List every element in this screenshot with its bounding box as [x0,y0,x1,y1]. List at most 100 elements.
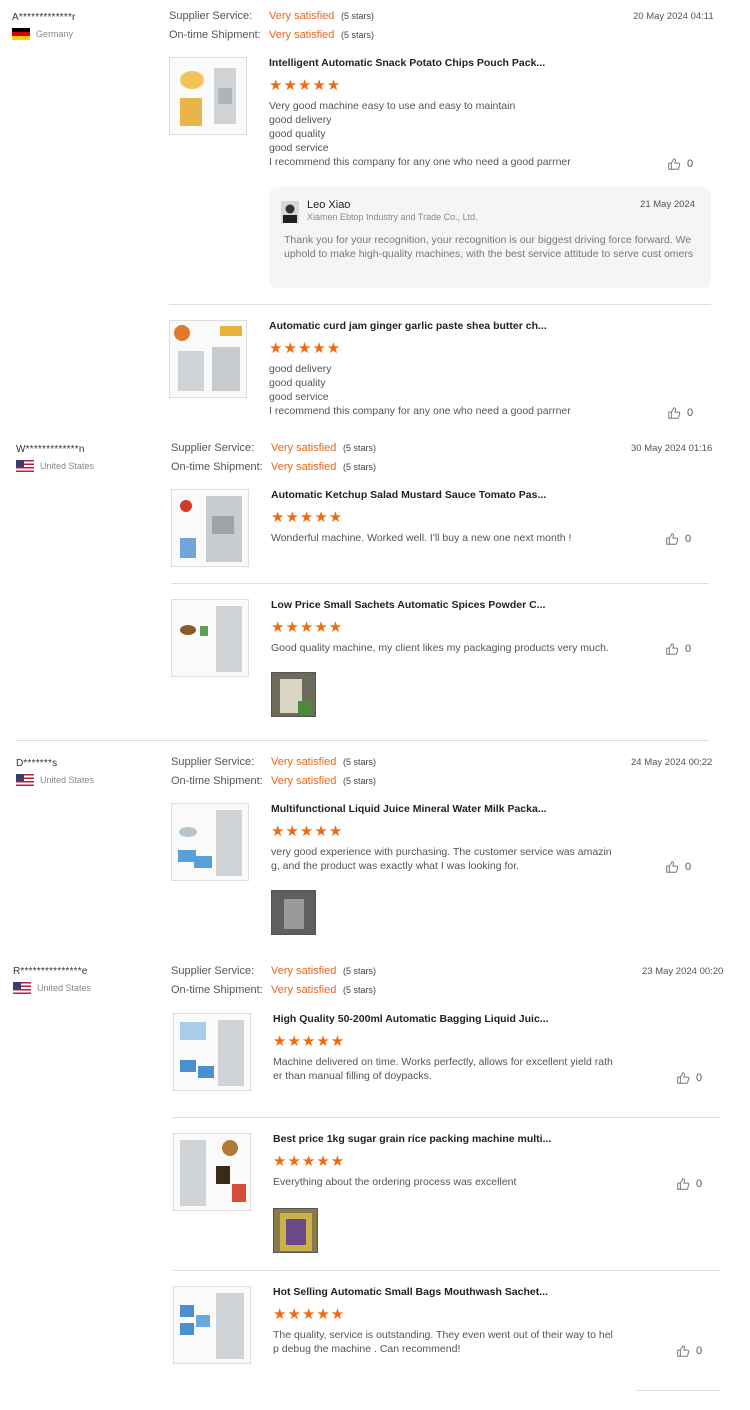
product-thumbnail[interactable] [169,320,247,398]
reviewer-name: D*******s [16,758,58,769]
review-item: Multifunctional Liquid Juice Mineral Wat… [171,803,709,938]
like-button[interactable]: 0 [676,1071,702,1085]
reply-author-name: Leo Xiao [307,199,351,211]
review-item: Hot Selling Automatic Small Bags Mouthwa… [173,1286,721,1376]
like-button[interactable]: 0 [665,642,691,656]
five-star-rating-icon: ★★★★★ [273,1306,346,1323]
thumbs-up-icon [668,158,681,170]
thumbs-up-icon [666,861,679,873]
rating-stars-text: (5 stars) [343,966,377,976]
rating-value: Very satisfied [271,775,337,787]
divider [171,583,709,584]
product-title-link[interactable]: Best price 1kg sugar grain rice packing … [273,1133,551,1145]
supplier-reply: Leo Xiao Xiamen Ebtop Industry and Trade… [269,187,711,288]
ratings-block: Supplier Service: Very satisfied (5 star… [171,965,376,1003]
five-star-rating-icon: ★★★★★ [271,509,344,526]
rating-value: Very satisfied [271,984,337,996]
review-photo[interactable] [271,890,316,935]
like-count: 0 [685,533,692,545]
like-button[interactable]: 0 [667,157,693,171]
rating-label: On-time Shipment: [171,984,263,996]
rating-label: On-time Shipment: [169,29,261,41]
rating-label: On-time Shipment: [171,775,263,787]
reviewer-country: United States [16,460,94,472]
supplier-service-rating: Supplier Service: Very satisfied (5 star… [171,965,376,984]
country-name: United States [40,461,95,471]
like-count: 0 [696,1072,703,1084]
review-photo[interactable] [271,672,316,717]
rating-label: Supplier Service: [171,442,255,454]
reviewer-info: A*************r Germany [12,12,76,40]
review-item: High Quality 50-200ml Automatic Bagging … [173,1013,721,1098]
divider [169,304,711,305]
reviewer-info: D*******s United States [16,758,94,786]
review-date: 24 May 2024 00:22 [631,757,713,768]
supplier-service-rating: Supplier Service: Very satisfied (5 star… [171,756,376,775]
rating-stars-text: (5 stars) [343,443,377,453]
us-flag-icon [13,982,31,994]
rating-value: Very satisfied [271,965,337,977]
product-title-link[interactable]: Intelligent Automatic Snack Potato Chips… [269,57,545,69]
product-thumbnail[interactable] [173,1286,251,1364]
reviewer-country: United States [16,774,94,786]
review-date: 30 May 2024 01:16 [631,443,713,454]
thumbs-up-icon [666,533,679,545]
review-comment: Machine delivered on time. Works perfect… [273,1056,613,1082]
product-thumbnail[interactable] [173,1013,251,1091]
like-count: 0 [687,407,694,419]
reviewer-info: W*************n United States [16,444,94,472]
reply-date: 21 May 2024 [640,199,695,210]
review-comment: Wonderful machine. Worked well. I'll buy… [271,532,572,544]
review-comment: good delivery good quality good service … [269,363,571,417]
reviewer-name: W*************n [16,444,85,455]
product-thumbnail[interactable] [171,489,249,567]
rating-value: Very satisfied [269,10,335,22]
rating-stars-text: (5 stars) [343,462,377,472]
ratings-block: Supplier Service: Very satisfied (5 star… [171,756,376,794]
thumbs-up-icon [668,407,681,419]
reviewer-country: Germany [12,28,76,40]
reviewer-country: United States [13,982,91,994]
like-button[interactable]: 0 [665,532,691,546]
product-title-link[interactable]: High Quality 50-200ml Automatic Bagging … [273,1013,549,1025]
product-thumbnail[interactable] [171,803,249,881]
product-title-link[interactable]: Hot Selling Automatic Small Bags Mouthwa… [273,1286,548,1298]
review-comment: Everything about the ordering process wa… [273,1176,517,1188]
five-star-rating-icon: ★★★★★ [273,1033,346,1050]
like-count: 0 [685,643,692,655]
review-comment: very good experience with purchasing. Th… [271,846,612,872]
product-title-link[interactable]: Multifunctional Liquid Juice Mineral Wat… [271,803,547,815]
review-item: Low Price Small Sachets Automatic Spices… [171,599,709,719]
divider [16,740,709,741]
rating-value: Very satisfied [271,461,337,473]
five-star-rating-icon: ★★★★★ [271,823,344,840]
rating-stars-text: (5 stars) [341,30,375,40]
rating-stars-text: (5 stars) [343,776,377,786]
thumbs-up-icon [666,643,679,655]
review-photo[interactable] [273,1208,318,1253]
product-thumbnail[interactable] [169,57,247,135]
product-thumbnail[interactable] [173,1133,251,1211]
product-thumbnail[interactable] [171,599,249,677]
rating-value: Very satisfied [271,442,337,454]
rating-value: Very satisfied [271,756,337,768]
product-title-link[interactable]: Automatic Ketchup Salad Mustard Sauce To… [271,489,546,501]
review-item: Intelligent Automatic Snack Potato Chips… [169,57,711,177]
product-title-link[interactable]: Automatic curd jam ginger garlic paste s… [269,320,547,332]
review-item: Best price 1kg sugar grain rice packing … [173,1133,721,1258]
like-count: 0 [687,158,694,170]
product-title-link[interactable]: Low Price Small Sachets Automatic Spices… [271,599,545,611]
country-name: United States [40,775,95,785]
rating-label: Supplier Service: [171,756,255,768]
reply-company: Xiamen Ebtop Industry and Trade Co., Ltd… [307,212,478,222]
like-button[interactable]: 0 [676,1344,702,1358]
review-comment: Very good machine easy to use and easy t… [269,100,571,168]
like-button[interactable]: 0 [667,406,693,420]
rating-label: Supplier Service: [169,10,253,22]
us-flag-icon [16,460,34,472]
five-star-rating-icon: ★★★★★ [273,1153,346,1170]
like-button[interactable]: 0 [676,1177,702,1191]
like-button[interactable]: 0 [665,860,691,874]
germany-flag-icon [12,28,30,40]
ratings-block: Supplier Service: Very satisfied (5 star… [169,10,374,48]
